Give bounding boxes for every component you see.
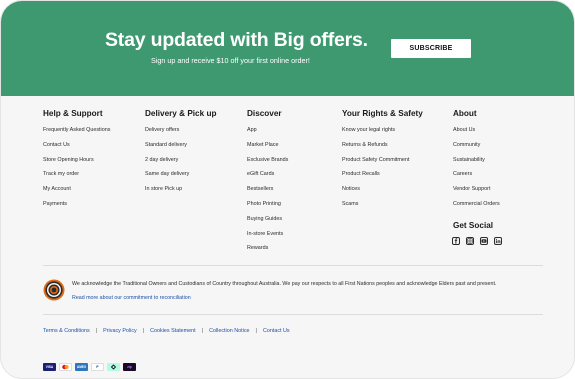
footer-column-delivery: Delivery & Pick up Delivery offers Stand…	[145, 109, 216, 201]
footer-link[interactable]: Community	[453, 142, 500, 157]
paypal-icon: P	[91, 363, 104, 371]
footer-link[interactable]: In store Pick up	[145, 186, 216, 201]
footer-link[interactable]: Buying Guides	[247, 216, 288, 231]
youtube-icon[interactable]	[480, 237, 488, 245]
footer-link[interactable]: Returns & Refunds	[342, 142, 423, 157]
footer-link[interactable]: Rewards	[247, 245, 288, 260]
facebook-icon[interactable]	[452, 237, 460, 245]
instagram-icon[interactable]	[466, 237, 474, 245]
footer-link[interactable]: Sustainability	[453, 157, 500, 172]
footer-link[interactable]: Product Recalls	[342, 171, 423, 186]
column-title: Delivery & Pick up	[145, 109, 217, 118]
footer-link[interactable]: Exclusive Brands	[247, 157, 288, 172]
footer-link[interactable]: Bestsellers	[247, 186, 288, 201]
footer-link[interactable]: Payments	[43, 201, 110, 216]
column-title: About	[453, 109, 477, 118]
banner-subtitle: Sign up and receive $10 off your first o…	[151, 56, 310, 65]
footer-column-help: Help & Support Frequently Asked Question…	[43, 109, 110, 216]
footer-link[interactable]: Vendor Support	[453, 186, 500, 201]
footer-column-rights: Your Rights & Safety Know your legal rig…	[342, 109, 423, 216]
footer-link[interactable]: In-store Events	[247, 231, 288, 246]
legal-link-collection[interactable]: Collection Notice	[209, 328, 249, 334]
legal-link-cookies[interactable]: Cookies Statement	[150, 328, 196, 334]
footer-link[interactable]: Careers	[453, 171, 500, 186]
social-links	[452, 237, 502, 245]
footer-link[interactable]: Know your legal rights	[342, 127, 423, 142]
legal-separator: |	[142, 328, 145, 334]
legal-links: Terms & Conditions | Privacy Policy | Co…	[43, 328, 290, 334]
visa-icon: VISA	[43, 363, 56, 371]
footer-link[interactable]: Same day delivery	[145, 171, 216, 186]
footer-link[interactable]: Standard delivery	[145, 142, 216, 157]
footer-link[interactable]: 2 day delivery	[145, 157, 216, 172]
footer-link[interactable]: Product Safety Commitment	[342, 157, 423, 172]
column-title: Your Rights & Safety	[342, 109, 423, 118]
footer-link[interactable]: Store Opening Hours	[43, 157, 110, 172]
newsletter-banner: Stay updated with Big offers. Sign up an…	[1, 1, 574, 96]
footer-link[interactable]: Commercial Orders	[453, 201, 500, 216]
footer-link[interactable]: Frequently Asked Questions	[43, 127, 110, 142]
footer-link[interactable]: Photo Printing	[247, 201, 288, 216]
banner-title: Stay updated with Big offers.	[105, 29, 368, 51]
footer-link[interactable]: Market Place	[247, 142, 288, 157]
column-title: Discover	[247, 109, 282, 118]
afterpay-icon	[107, 363, 120, 371]
social-title: Get Social	[453, 221, 494, 230]
mastercard-icon	[59, 363, 72, 371]
linkedin-icon[interactable]	[494, 237, 502, 245]
reconciliation-icon	[43, 279, 65, 301]
acknowledgement-text: We acknowledge the Traditional Owners an…	[72, 281, 497, 287]
footer-link[interactable]: About Us	[453, 127, 500, 142]
footer-column-about: About About Us Community Sustainability …	[453, 109, 500, 216]
legal-separator: |	[201, 328, 204, 334]
zip-icon: zip	[123, 363, 136, 371]
footer-link[interactable]: Contact Us	[43, 142, 110, 157]
legal-separator: |	[255, 328, 257, 334]
footer-link[interactable]: Scams	[342, 201, 423, 216]
footer-link[interactable]: Delivery offers	[145, 127, 216, 142]
legal-link-contact[interactable]: Contact Us	[263, 328, 290, 334]
footer-link[interactable]: eGift Cards	[247, 171, 288, 186]
subscribe-button[interactable]: SUBSCRIBE	[391, 39, 471, 58]
legal-link-privacy[interactable]: Privacy Policy	[103, 328, 137, 334]
footer-link[interactable]: App	[247, 127, 288, 142]
payment-methods: VISA AMEX P zip	[43, 363, 136, 371]
footer-link[interactable]: Track my order	[43, 171, 110, 186]
legal-link-terms[interactable]: Terms & Conditions	[43, 328, 90, 334]
reconciliation-link[interactable]: Read more about our commitment to reconc…	[72, 295, 191, 301]
page-frame: Stay updated with Big offers. Sign up an…	[0, 0, 575, 379]
legal-separator: |	[95, 328, 98, 334]
column-title: Help & Support	[43, 109, 103, 118]
footer-divider	[43, 265, 543, 266]
footer-link[interactable]: Notices	[342, 186, 423, 201]
footer-divider	[43, 314, 543, 315]
footer-column-discover: Discover App Market Place Exclusive Bran…	[247, 109, 288, 260]
amex-icon: AMEX	[75, 363, 88, 371]
footer-link[interactable]: My Account	[43, 186, 110, 201]
